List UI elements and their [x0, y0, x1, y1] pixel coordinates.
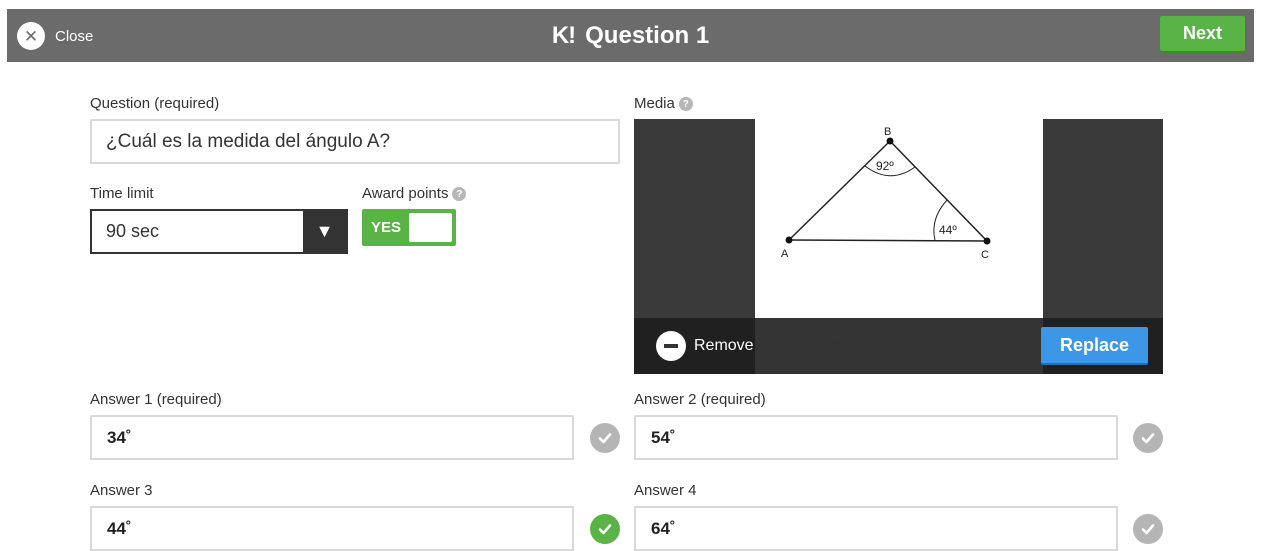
toggle-state-text: YES: [371, 219, 402, 236]
check-icon[interactable]: [590, 514, 620, 544]
answer-3-input[interactable]: 44˚: [90, 506, 574, 551]
answer-2-label: Answer 2 (required): [634, 391, 766, 408]
close-button[interactable]: ✕ Close: [17, 22, 93, 50]
vertex-b-label: B: [884, 126, 891, 138]
remove-media-button[interactable]: Remove: [656, 331, 754, 361]
title-area: K! Question 1: [7, 9, 1254, 62]
question-input[interactable]: ¿Cuál es la medida del ángulo A?: [90, 119, 620, 164]
media-panel: B A C 92º 44º Remove m∢A = Replace: [634, 119, 1163, 374]
close-label: Close: [55, 27, 94, 45]
minus-circle-icon: [656, 331, 686, 361]
replace-media-button[interactable]: Replace: [1041, 327, 1148, 363]
answer-4-label: Answer 4: [634, 482, 697, 499]
vertex-a-label: A: [781, 248, 789, 260]
angle-c-label: 44º: [939, 223, 957, 237]
award-points-toggle[interactable]: YES: [362, 209, 456, 246]
formula-blank: [883, 350, 939, 351]
kahoot-logo: K!: [551, 21, 576, 49]
time-limit-value: 90 sec: [106, 221, 160, 241]
check-icon[interactable]: [1133, 514, 1163, 544]
close-icon: ✕: [17, 22, 45, 50]
next-button[interactable]: Next: [1160, 16, 1245, 51]
page-title: Question 1: [585, 21, 710, 49]
toggle-knob: [409, 213, 452, 242]
chevron-down-icon[interactable]: ▼: [303, 211, 346, 252]
formula-label: m∢A =: [829, 338, 880, 353]
time-limit-label: Time limit: [90, 185, 154, 202]
check-icon[interactable]: [590, 423, 620, 453]
media-label: Media?: [634, 95, 693, 112]
formula-text: m∢A =: [829, 338, 939, 353]
answer-3-label: Answer 3: [90, 482, 153, 499]
answer-1-label: Answer 1 (required): [90, 391, 222, 408]
award-points-text: Award points: [362, 185, 449, 202]
media-label-text: Media: [634, 95, 675, 112]
top-bar: ✕ Close K! Question 1 Next: [7, 9, 1254, 62]
media-action-bar: Remove m∢A = Replace: [634, 318, 1163, 374]
time-limit-select[interactable]: 90 sec ▼: [90, 209, 348, 254]
angle-b-label: 92º: [876, 159, 894, 173]
award-points-label: Award points?: [362, 185, 467, 202]
answer-1-input[interactable]: 34˚: [90, 415, 574, 460]
remove-label: Remove: [694, 337, 754, 354]
answer-2-input[interactable]: 54˚: [634, 415, 1118, 460]
question-label: Question (required): [90, 95, 220, 112]
help-icon[interactable]: ?: [678, 97, 693, 112]
vertex-c-label: C: [981, 249, 989, 261]
answer-4-input[interactable]: 64˚: [634, 506, 1118, 551]
check-icon[interactable]: [1133, 423, 1163, 453]
help-icon[interactable]: ?: [452, 187, 467, 202]
